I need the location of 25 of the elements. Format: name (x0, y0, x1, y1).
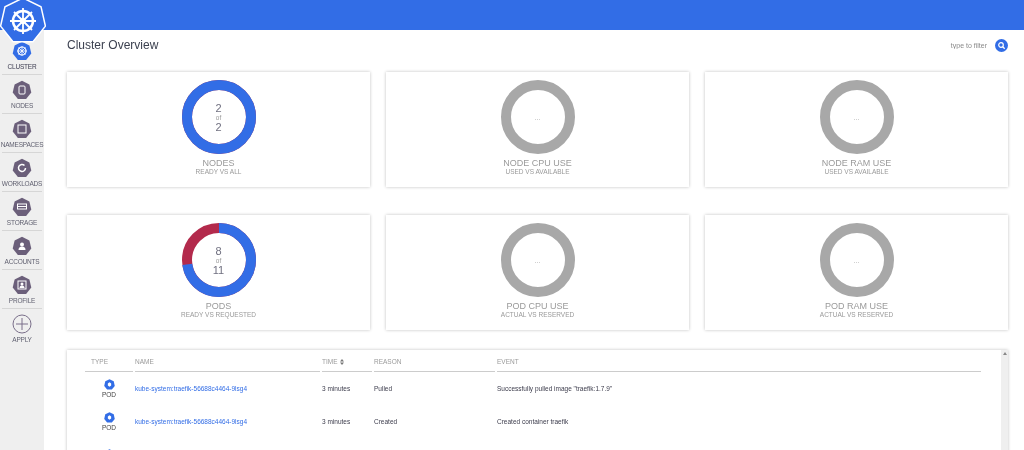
total-count: 2 (215, 120, 222, 133)
heptagon-icon (12, 119, 32, 139)
heptagon-icon (12, 158, 32, 178)
pod-icon (103, 412, 115, 423)
card-title: NODE CPU USE (503, 158, 572, 168)
card-title: NODES (202, 158, 235, 168)
sort-icon[interactable] (339, 358, 344, 365)
page-title: Cluster Overview (67, 38, 159, 52)
heptagon-icon (12, 80, 32, 100)
pod-icon (103, 379, 115, 390)
total-count: 11 (212, 263, 225, 276)
plus-circle-icon (12, 314, 32, 334)
search-icon[interactable] (995, 38, 1008, 52)
ready-count: 2 (215, 101, 222, 114)
card-title: PODS (205, 301, 232, 311)
heptagon-icon (12, 275, 32, 295)
scroll-up-icon[interactable] (1002, 352, 1007, 355)
card-title: POD RAM USE (825, 301, 888, 311)
card-title: POD CPU USE (506, 301, 569, 311)
ready-count: 8 (215, 244, 222, 257)
heptagon-icon (12, 236, 32, 256)
scrollbar[interactable] (1001, 350, 1008, 450)
wheel-icon (12, 41, 32, 61)
heptagon-icon (12, 197, 32, 217)
card-title: NODE RAM USE (821, 158, 892, 168)
